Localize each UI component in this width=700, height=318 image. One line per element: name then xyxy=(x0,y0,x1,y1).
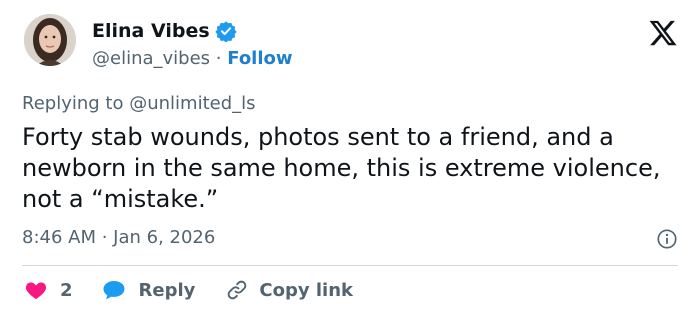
heart-icon xyxy=(24,278,48,302)
reply-to-mention[interactable]: @unlimited_ls xyxy=(129,93,255,114)
tweet-text: Forty stab wounds, photos sent to a frie… xyxy=(22,123,661,213)
author-handle[interactable]: @elina_vibes xyxy=(92,48,210,69)
handle-separator: · xyxy=(215,48,222,69)
reply-label: Reply xyxy=(138,279,196,301)
copy-link-button[interactable]: Copy link xyxy=(225,278,353,302)
author-name-row: Elina Vibes xyxy=(92,20,237,42)
x-logo-icon[interactable] xyxy=(648,18,678,48)
link-icon xyxy=(225,278,249,302)
tweet-timestamp[interactable]: 8:46 AM · Jan 6, 2026 xyxy=(22,227,215,248)
reply-button[interactable]: Reply xyxy=(101,278,226,302)
info-icon[interactable] xyxy=(656,228,678,250)
copy-link-label: Copy link xyxy=(259,279,353,301)
divider xyxy=(22,265,678,266)
follow-button[interactable]: Follow xyxy=(227,48,292,69)
action-bar: 2 Reply Copy link xyxy=(24,278,353,302)
replying-to-prefix: Replying to xyxy=(22,93,124,114)
replying-to-line: Replying to @unlimited_ls xyxy=(22,93,256,114)
author-display-name[interactable]: Elina Vibes xyxy=(92,20,210,42)
verified-badge-icon xyxy=(215,20,237,42)
author-handle-row: @elina_vibes · Follow xyxy=(92,48,293,69)
reply-bubble-icon xyxy=(101,278,127,302)
avatar[interactable] xyxy=(24,14,76,66)
like-count: 2 xyxy=(60,279,73,301)
like-button[interactable]: 2 xyxy=(24,278,101,302)
